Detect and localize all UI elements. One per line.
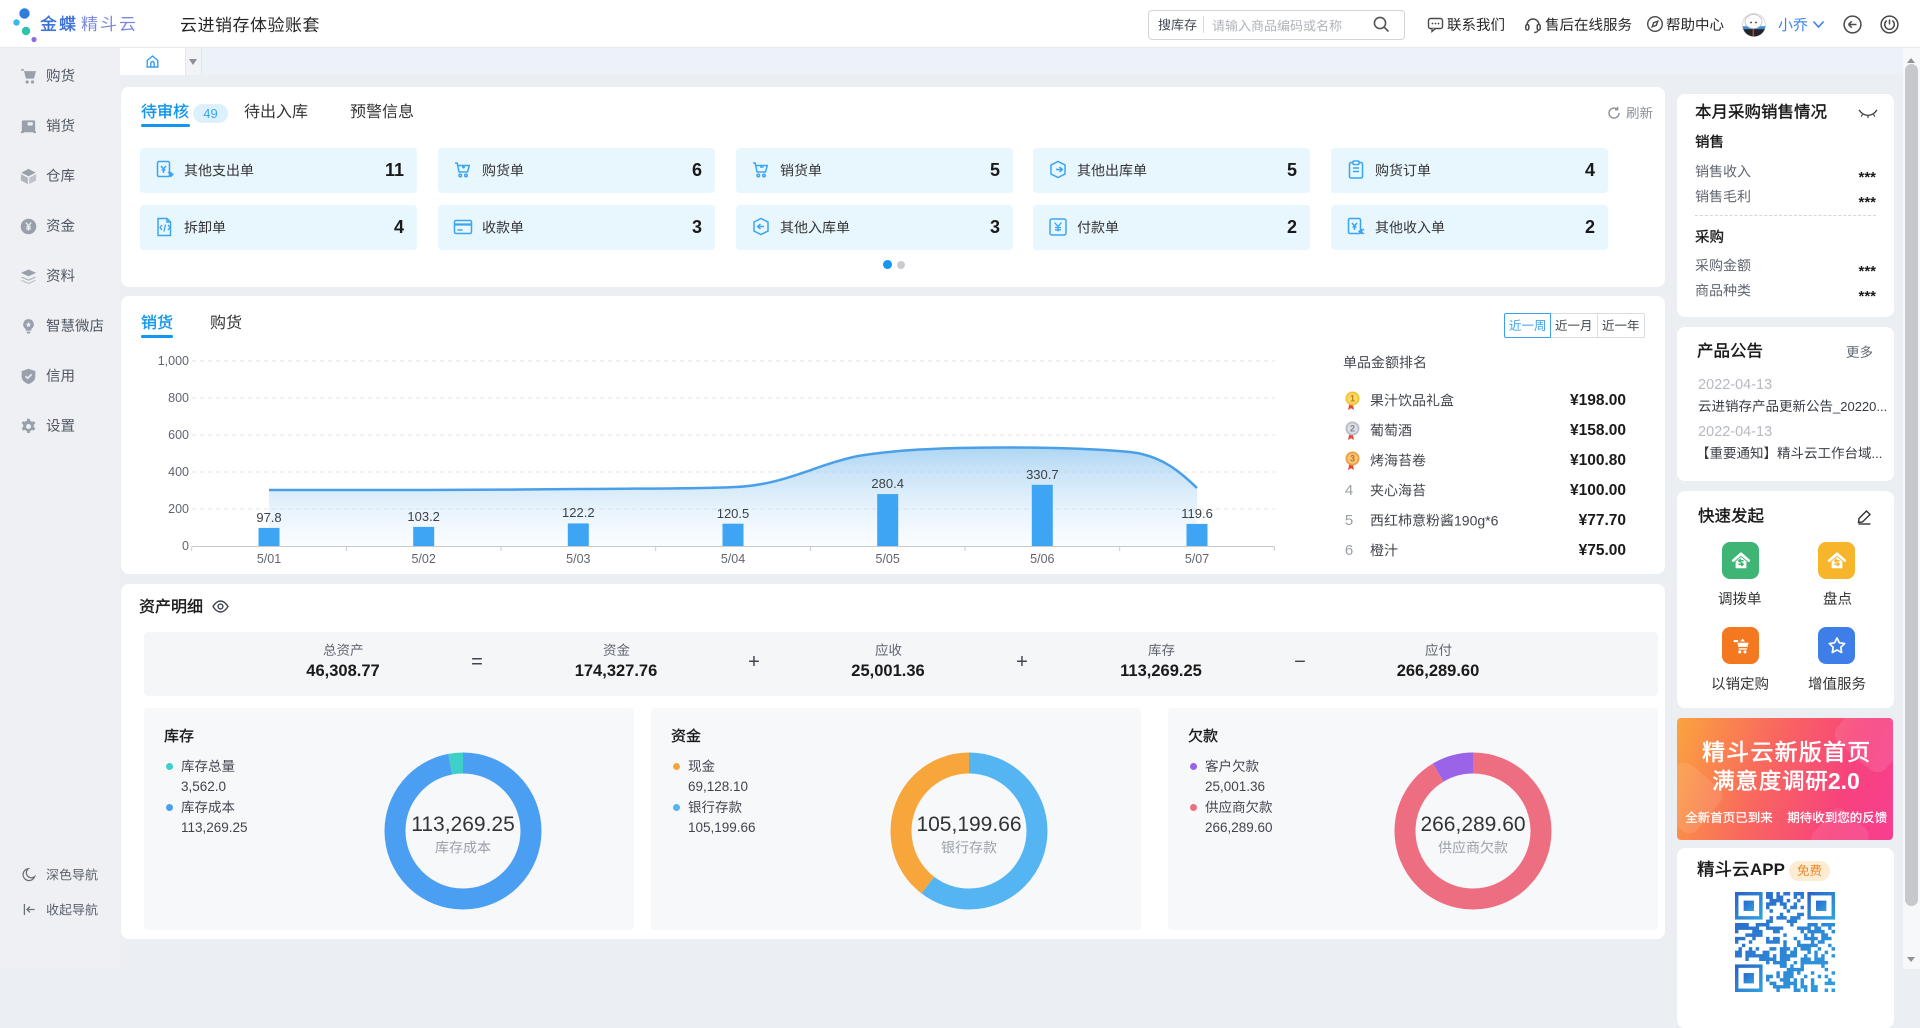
svg-text:3: 3	[1350, 454, 1355, 464]
svg-text:2: 2	[1350, 424, 1355, 434]
svg-text:1: 1	[1350, 394, 1355, 404]
